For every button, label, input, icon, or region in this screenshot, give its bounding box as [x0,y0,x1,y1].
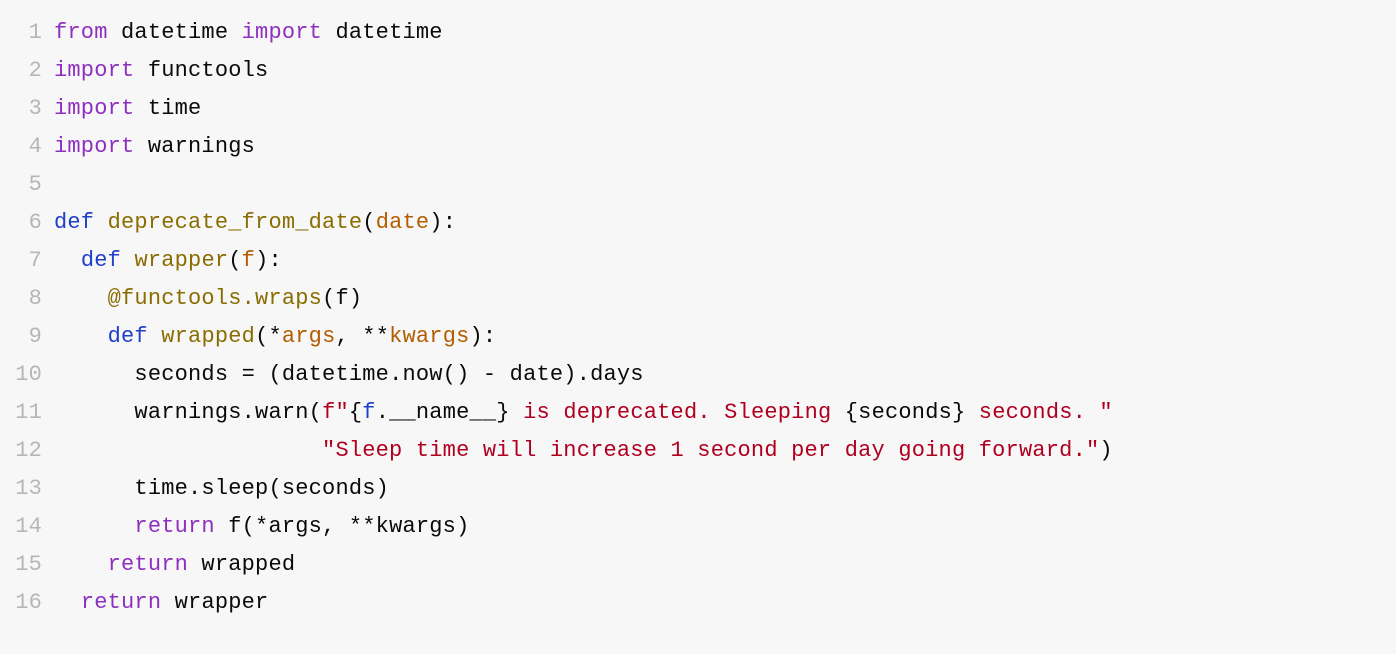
token-def: def [54,210,94,235]
token-kw: import [54,134,134,159]
line-content: @functools.wraps(f) [54,280,1396,318]
token-param: date [376,210,430,235]
line-content: def wrapper(f): [54,242,1396,280]
token-fn: deprecate_from_date [108,210,363,235]
token-str: f" [322,400,349,425]
code-line: 4import warnings [0,128,1396,166]
token-plain: (* [255,324,282,349]
line-content: import warnings [54,128,1396,166]
token-fn: wrapper [134,248,228,273]
token-plain: wrapper [161,590,268,615]
token-plain [148,324,161,349]
line-number: 13 [0,470,54,508]
token-kw: import [54,58,134,83]
token-plain: {seconds} [845,400,966,425]
token-def: def [108,324,148,349]
token-plain: wrapped [188,552,295,577]
token-str: is deprecated. Sleeping [510,400,845,425]
code-line: 6def deprecate_from_date(date): [0,204,1396,242]
token-def: def [81,248,121,273]
token-plain: , ** [335,324,389,349]
token-str: "Sleep time will increase 1 second per d… [322,438,1099,463]
token-plain: (f) [322,286,362,311]
code-line: 3import time [0,90,1396,128]
token-plain [121,248,134,273]
line-number: 10 [0,356,54,394]
line-content: "Sleep time will increase 1 second per d… [54,432,1396,470]
line-number: 11 [0,394,54,432]
token-plain: warnings [134,134,255,159]
token-plain: time [134,96,201,121]
code-line: 10 seconds = (datetime.now() - date).day… [0,356,1396,394]
token-kw: return [108,552,188,577]
line-number: 3 [0,90,54,128]
token-fn: @functools.wraps [108,286,322,311]
token-plain: f(*args, **kwargs) [215,514,470,539]
code-line: 13 time.sleep(seconds) [0,470,1396,508]
line-content: warnings.warn(f"{f.__name__} is deprecat… [54,394,1396,432]
token-plain: ): [255,248,282,273]
token-param: f [242,248,255,273]
code-line: 2import functools [0,52,1396,90]
line-content: from datetime import datetime [54,14,1396,52]
line-content: return wrapped [54,546,1396,584]
line-number: 2 [0,52,54,90]
code-line: 1from datetime import datetime [0,14,1396,52]
token-plain: seconds = (datetime.now() - date).days [134,362,643,387]
token-plain: functools [134,58,268,83]
line-number: 7 [0,242,54,280]
token-kw: import [54,96,134,121]
token-param: args [282,324,336,349]
line-number: 1 [0,14,54,52]
token-fn: wrapped [161,324,255,349]
token-plain: ): [429,210,456,235]
code-line: 5 [0,166,1396,204]
line-number: 5 [0,166,54,204]
token-str: seconds. " [965,400,1112,425]
line-number: 9 [0,318,54,356]
code-line: 7 def wrapper(f): [0,242,1396,280]
line-content: time.sleep(seconds) [54,470,1396,508]
line-content: def deprecate_from_date(date): [54,204,1396,242]
token-plain: ) [1099,438,1112,463]
line-content: return f(*args, **kwargs) [54,508,1396,546]
line-number: 15 [0,546,54,584]
line-number: 6 [0,204,54,242]
token-plain: time.sleep(seconds) [134,476,389,501]
token-plain: ): [470,324,497,349]
code-line: 11 warnings.warn(f"{f.__name__} is depre… [0,394,1396,432]
line-content: def wrapped(*args, **kwargs): [54,318,1396,356]
token-plain: ( [228,248,241,273]
code-line: 8 @functools.wraps(f) [0,280,1396,318]
line-number: 14 [0,508,54,546]
line-number: 4 [0,128,54,166]
token-fexpr: f [362,400,375,425]
code-block: 1from datetime import datetime2import fu… [0,0,1396,654]
token-plain: .__name__} [376,400,510,425]
line-content [54,166,1396,204]
token-plain: warnings.warn( [134,400,322,425]
token-kw: import [242,20,322,45]
code-line: 12 "Sleep time will increase 1 second pe… [0,432,1396,470]
token-kw: return [81,590,161,615]
line-number: 8 [0,280,54,318]
token-kw: from [54,20,108,45]
line-content: import functools [54,52,1396,90]
token-kw: return [134,514,214,539]
token-plain: { [349,400,362,425]
line-content: import time [54,90,1396,128]
token-param: kwargs [389,324,469,349]
code-line: 16 return wrapper [0,584,1396,622]
token-plain: ( [362,210,375,235]
line-content: seconds = (datetime.now() - date).days [54,356,1396,394]
token-plain [94,210,107,235]
code-line: 9 def wrapped(*args, **kwargs): [0,318,1396,356]
code-line: 14 return f(*args, **kwargs) [0,508,1396,546]
line-number: 12 [0,432,54,470]
token-plain: datetime [108,20,242,45]
token-plain: datetime [322,20,443,45]
line-number: 16 [0,584,54,622]
code-line: 15 return wrapped [0,546,1396,584]
line-content: return wrapper [54,584,1396,622]
